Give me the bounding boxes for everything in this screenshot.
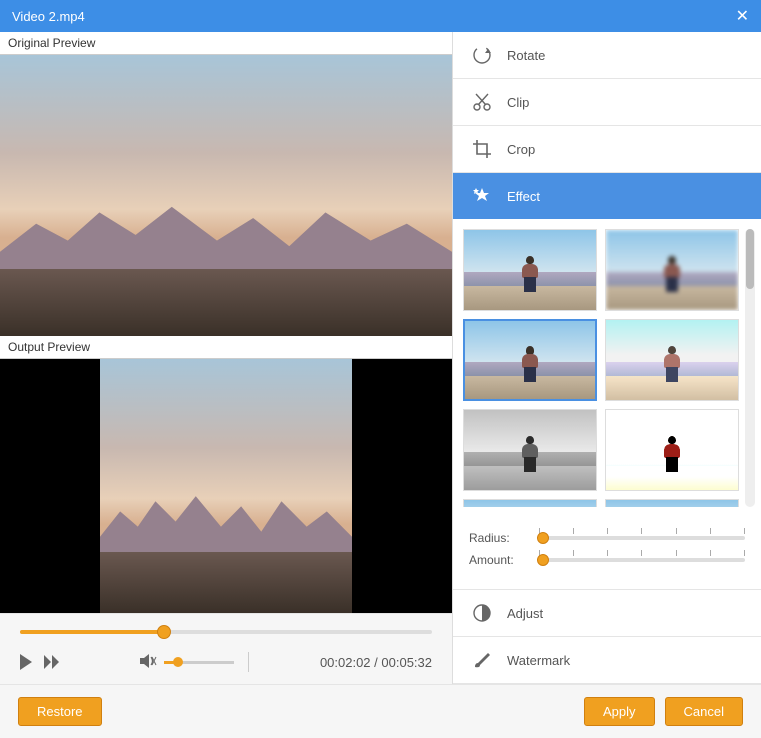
volume-thumb[interactable]	[173, 657, 183, 667]
volume-control	[140, 652, 249, 672]
volume-slider[interactable]	[164, 661, 234, 664]
tab-watermark-label: Watermark	[507, 653, 570, 668]
tab-watermark[interactable]: Watermark	[453, 637, 761, 684]
window-title: Video 2.mp4	[12, 9, 85, 24]
tab-crop[interactable]: Crop	[453, 126, 761, 173]
effect-thumb[interactable]	[463, 229, 597, 311]
adjust-icon	[471, 602, 493, 624]
tab-rotate[interactable]: Rotate	[453, 32, 761, 79]
effect-thumb[interactable]	[605, 319, 739, 401]
brush-icon	[471, 649, 493, 671]
tab-effect[interactable]: Effect	[453, 173, 761, 219]
effects-scrollbar[interactable]	[745, 229, 755, 507]
play-button[interactable]	[20, 654, 34, 670]
close-icon[interactable]: ✕	[736, 6, 749, 26]
progress-thumb[interactable]	[157, 625, 171, 639]
rotate-icon	[471, 44, 493, 66]
effect-thumb[interactable]	[463, 499, 597, 507]
amount-label: Amount:	[469, 553, 527, 567]
radius-label: Radius:	[469, 531, 527, 545]
output-preview-label: Output Preview	[0, 336, 452, 359]
effect-thumb[interactable]	[605, 409, 739, 491]
tab-effect-label: Effect	[507, 189, 540, 204]
restore-button[interactable]: Restore	[18, 697, 102, 726]
fast-forward-button[interactable]	[44, 655, 60, 669]
titlebar: Video 2.mp4 ✕	[0, 0, 761, 32]
apply-button[interactable]: Apply	[584, 697, 655, 726]
tab-crop-label: Crop	[507, 142, 535, 157]
progress-bar[interactable]	[20, 630, 432, 634]
left-panel: Original Preview Output Preview	[0, 32, 453, 684]
effect-thumb[interactable]	[463, 409, 597, 491]
amount-thumb[interactable]	[537, 554, 549, 566]
tab-clip[interactable]: Clip	[453, 79, 761, 126]
amount-slider[interactable]	[539, 558, 745, 562]
main-area: Original Preview Output Preview	[0, 32, 761, 684]
time-display: 00:02:02 / 00:05:32	[320, 655, 432, 670]
tab-adjust[interactable]: Adjust	[453, 590, 761, 637]
effect-thumb[interactable]	[605, 499, 739, 507]
volume-icon[interactable]	[140, 653, 158, 672]
scroll-thumb[interactable]	[746, 229, 754, 289]
playback-controls: 00:02:02 / 00:05:32	[0, 613, 452, 684]
tab-clip-label: Clip	[507, 95, 529, 110]
effect-thumb[interactable]	[605, 229, 739, 311]
right-panel: Rotate Clip Crop Effect	[453, 32, 761, 684]
crop-icon	[471, 138, 493, 160]
original-preview-label: Original Preview	[0, 32, 452, 55]
scissors-icon	[471, 91, 493, 113]
effect-icon	[471, 185, 493, 207]
effects-panel	[453, 219, 761, 517]
tab-rotate-label: Rotate	[507, 48, 545, 63]
footer: Restore Apply Cancel	[0, 684, 761, 738]
effect-thumb[interactable]	[463, 319, 597, 401]
output-preview	[0, 359, 452, 613]
total-time: 00:05:32	[381, 655, 432, 670]
effect-thumbnail-grid	[463, 229, 739, 507]
tab-adjust-label: Adjust	[507, 606, 543, 621]
current-time: 00:02:02	[320, 655, 371, 670]
radius-thumb[interactable]	[537, 532, 549, 544]
cancel-button[interactable]: Cancel	[665, 697, 743, 726]
original-preview	[0, 55, 452, 336]
effect-sliders: Radius: Amount:	[453, 517, 761, 590]
radius-slider[interactable]	[539, 536, 745, 540]
